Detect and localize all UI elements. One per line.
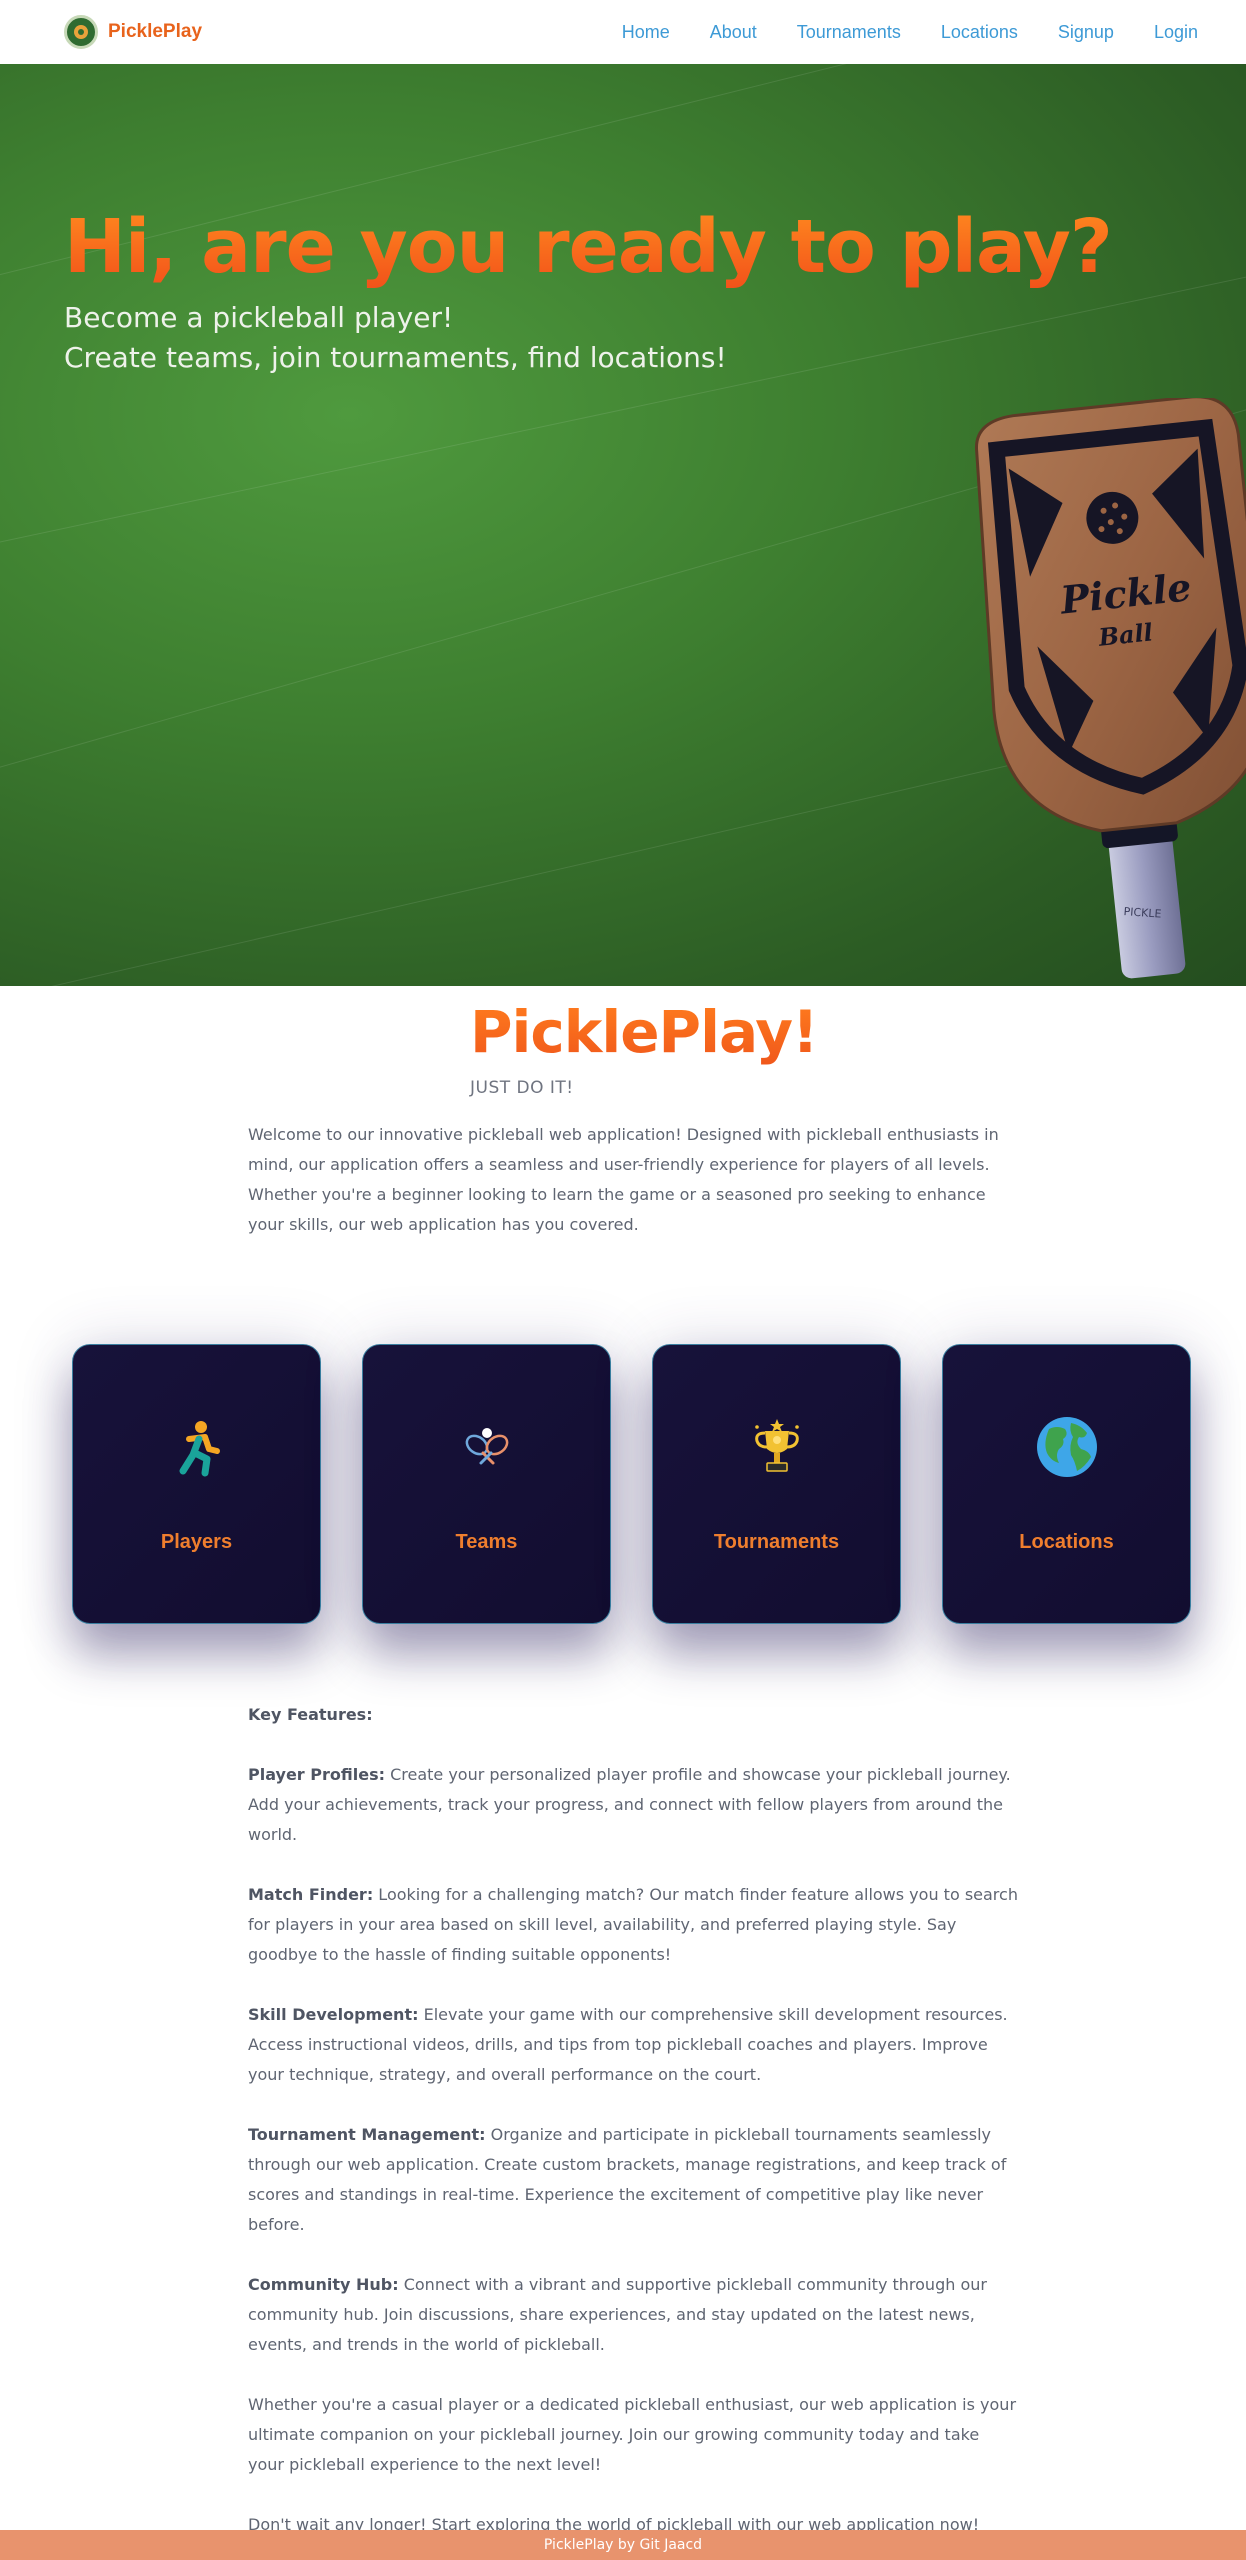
card-label: Locations [1019,1531,1114,1553]
feature-cards: Players Teams Tournaments Locations [72,1344,1192,1624]
key-features-section: Key Features: Player Profiles: Create yo… [248,1700,1018,2560]
nav-links: Home About Tournaments Locations Signup … [622,22,1198,43]
nav-link-home[interactable]: Home [622,22,670,43]
card-teams[interactable]: Teams [362,1344,611,1624]
hero-section: Hi, are you ready to play? Become a pick… [0,64,1246,986]
card-label: Tournaments [713,1531,840,1553]
hero-subtitle-line-1: Become a pickleball player! [64,301,454,334]
feature-community-hub: Community Hub: Connect with a vibrant an… [248,2275,987,2354]
brand-name: PicklePlay [108,21,203,42]
paddle-text-ball: Ball [1096,617,1154,652]
closing-paragraph: Whether you're a casual player or a dedi… [248,2395,1017,2474]
runner-icon [73,1415,320,1479]
footer-text: PicklePlay by Git Jaacd [543,2537,703,2553]
footer: PicklePlay by Git Jaacd [0,2530,1246,2560]
globe-icon [943,1415,1190,1479]
card-players[interactable]: Players [72,1344,321,1624]
card-label: Players [160,1531,233,1553]
paddle-grip-text: PICKLE [1123,905,1162,921]
nav-link-login[interactable]: Login [1154,22,1198,43]
trophy-icon [653,1415,900,1479]
card-label: Teams [455,1531,518,1553]
intro-paragraph: Welcome to our innovative pickleball web… [248,1125,999,1234]
brand-link[interactable]: PicklePlay [64,15,202,49]
feature-player-profiles: Player Profiles: Create your personalize… [248,1765,1011,1844]
pickleball-paddle-image: PICKLE Pickle Ball [975,398,1246,979]
crossed-paddles-icon [363,1415,610,1479]
intro-title: PicklePlay! [470,998,819,1066]
card-tournaments[interactable]: Tournaments [652,1344,901,1624]
feature-match-finder: Match Finder: Looking for a challenging … [248,1885,1018,1964]
hero-subtitle-line-2: Create teams, join tournaments, find loc… [64,341,727,374]
pickleball-logo-icon [64,15,98,49]
nav-link-signup[interactable]: Signup [1058,22,1114,43]
features-heading: Key Features: [248,1705,373,1724]
top-navbar: PicklePlay Home About Tournaments Locati… [0,0,1246,64]
feature-skill-development: Skill Development: Elevate your game wit… [248,2005,1008,2084]
nav-link-about[interactable]: About [710,22,757,43]
nav-link-tournaments[interactable]: Tournaments [797,22,901,43]
card-locations[interactable]: Locations [942,1344,1191,1624]
hero-title: Hi, are you ready to play? [64,204,1113,290]
intro-tagline: JUST DO IT! [470,1078,574,1098]
hero-subtitle: Become a pickleball player! Create teams… [64,298,727,378]
feature-tournament-management: Tournament Management: Organize and part… [248,2125,1007,2234]
nav-link-locations[interactable]: Locations [941,22,1018,43]
